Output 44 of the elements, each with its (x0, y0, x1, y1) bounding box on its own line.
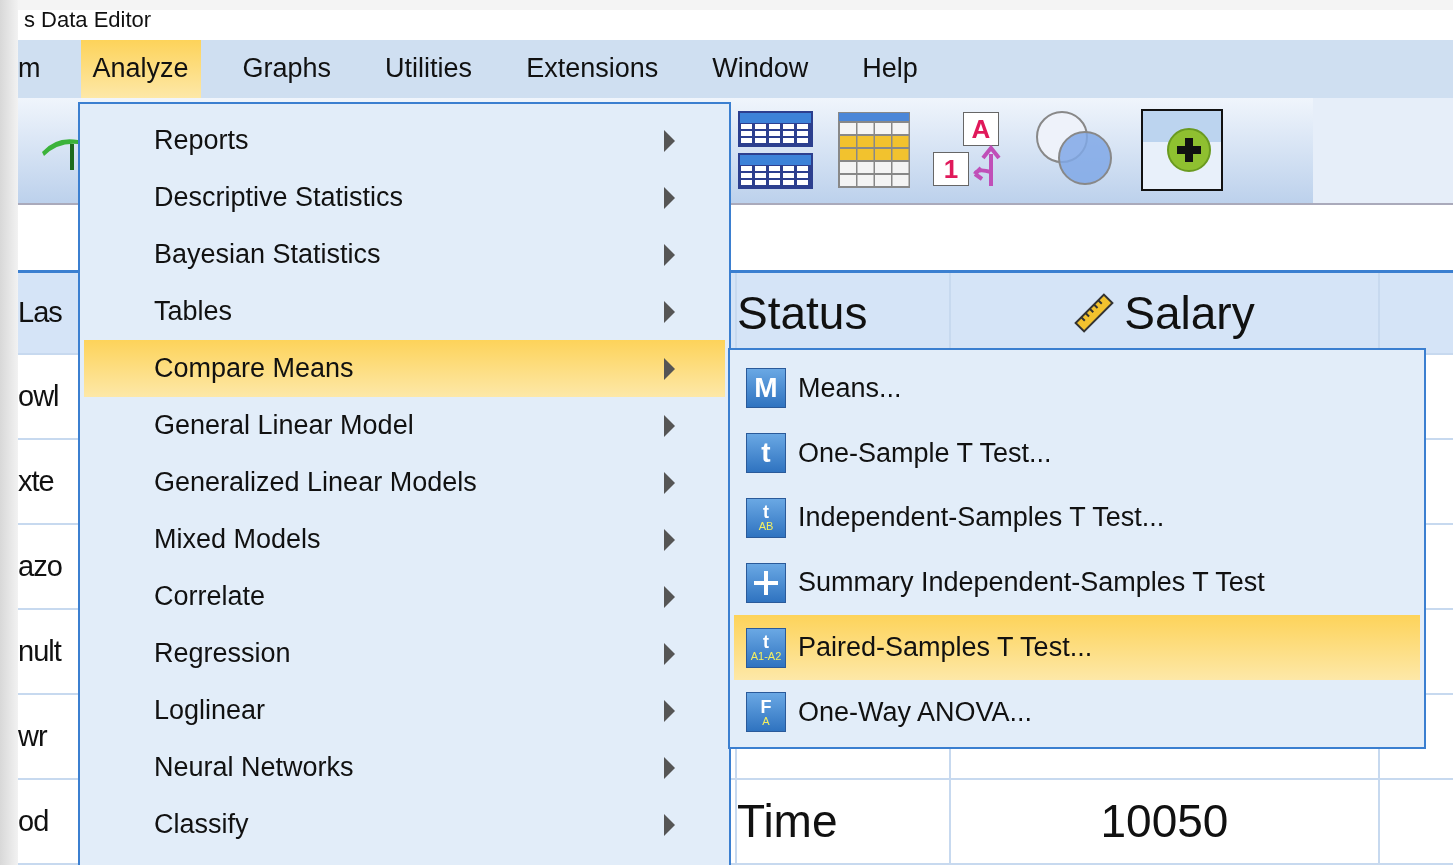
table-cell: od (18, 805, 49, 838)
menu-item[interactable]: Compare Means (84, 340, 725, 397)
menu-item[interactable]: F A One-Way ANOVA... (734, 680, 1420, 745)
menu-item[interactable]: Classify (84, 796, 725, 853)
menu-item[interactable]: Correlate (84, 568, 725, 625)
menu-item[interactable]: Generalized Linear Models (84, 454, 725, 511)
menu-item[interactable]: Analyze (80, 40, 201, 98)
table-cell: nult (18, 635, 61, 668)
menu-item[interactable]: m (18, 40, 45, 98)
column-header: Salary (1074, 286, 1255, 340)
menu-item[interactable]: Window (700, 40, 821, 98)
table-cell: azo (18, 550, 62, 583)
menu-item[interactable]: Graphs (230, 40, 344, 98)
table-cell: 10050 (1100, 794, 1229, 849)
menu-item[interactable]: Extensions (514, 40, 671, 98)
table-cell: xte (18, 465, 54, 498)
menu-item[interactable]: Mixed Models (84, 511, 725, 568)
menu-item[interactable]: Descriptive Statistics (84, 169, 725, 226)
procedure-icon (746, 562, 786, 603)
menu-item[interactable]: t AB Independent-Samples T Test... (734, 485, 1420, 551)
window-title: s Data Editor (23, 7, 152, 34)
menu-item[interactable]: Bayesian Statistics (84, 226, 725, 283)
menu-item[interactable]: M Means... (734, 356, 1420, 421)
procedure-icon: F A (746, 692, 786, 733)
procedure-icon: t (746, 433, 786, 474)
procedure-icon: t A1-A2 (746, 627, 786, 668)
menu-item[interactable]: Neural Networks (84, 739, 725, 796)
procedure-icon: M (746, 368, 786, 409)
table-cell: Time (737, 794, 838, 849)
menu-item[interactable]: Help (850, 40, 930, 98)
menu-item[interactable]: Regression (84, 625, 725, 682)
add-button[interactable] (1141, 109, 1223, 192)
menu-item[interactable]: General Linear Model (84, 397, 725, 454)
plus-icon (1166, 127, 1212, 174)
menu-item[interactable]: t One-Sample T Test... (734, 420, 1420, 486)
table-icon[interactable] (737, 110, 815, 191)
menu-item[interactable]: Summary Independent-Samples T Test (734, 550, 1420, 616)
table-cell: wr (18, 720, 47, 753)
menu-item[interactable]: Tables (84, 283, 725, 340)
table-cell: owl (18, 380, 59, 413)
menu-item[interactable]: Loglinear (84, 682, 725, 739)
menu-item[interactable]: Reports (84, 112, 725, 169)
procedure-icon: t AB (746, 498, 786, 538)
menu-item[interactable]: Utilities (373, 40, 485, 98)
